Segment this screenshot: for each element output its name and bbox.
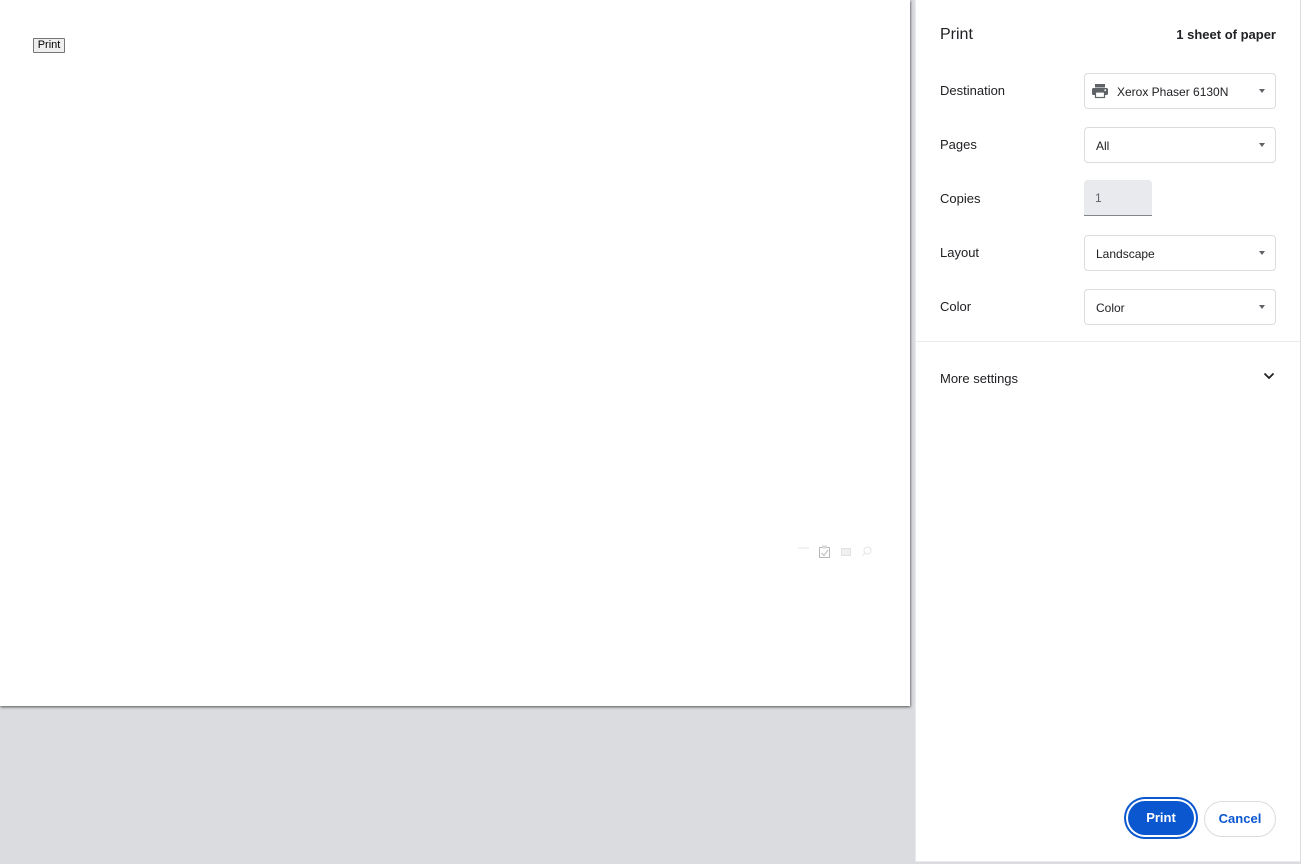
panel-title: Print xyxy=(940,26,973,43)
preview-page: Print xyxy=(0,0,910,706)
faint-line-icon xyxy=(798,547,809,549)
dropdown-arrow-icon xyxy=(1259,89,1265,93)
color-value: Color xyxy=(1096,301,1125,315)
printer-icon xyxy=(1092,84,1108,99)
sheet-count: 1 sheet of paper xyxy=(1176,27,1276,42)
chevron-down-icon xyxy=(1263,372,1275,380)
layout-label: Layout xyxy=(940,245,980,260)
print-preview-area: Print xyxy=(0,0,915,864)
dropdown-arrow-icon xyxy=(1259,143,1265,147)
layout-value: Landscape xyxy=(1096,247,1155,261)
dropdown-arrow-icon xyxy=(1259,305,1265,309)
print-settings-panel: Print 1 sheet of paper Destination Xerox… xyxy=(915,0,1301,862)
destination-select[interactable]: Xerox Phaser 6130N xyxy=(1084,73,1276,109)
section-divider xyxy=(916,341,1301,342)
pages-value: All xyxy=(1096,139,1110,153)
copies-label: Copies xyxy=(940,191,981,206)
destination-value: Xerox Phaser 6130N xyxy=(1117,85,1229,99)
print-button[interactable]: Print xyxy=(1128,801,1194,835)
more-settings-toggle[interactable]: More settings xyxy=(916,360,1301,396)
faint-clipboard-icon xyxy=(819,545,830,558)
faint-page-icon xyxy=(841,548,851,556)
copies-value: 1 xyxy=(1095,191,1102,205)
more-settings-label: More settings xyxy=(940,371,1019,386)
pages-select[interactable]: All xyxy=(1084,127,1276,163)
layout-select[interactable]: Landscape xyxy=(1084,235,1276,271)
page-print-button: Print xyxy=(33,38,65,53)
faint-search-icon xyxy=(862,546,872,556)
dropdown-arrow-icon xyxy=(1259,251,1265,255)
color-select[interactable]: Color xyxy=(1084,289,1276,325)
color-label: Color xyxy=(940,299,972,314)
destination-label: Destination xyxy=(940,83,1006,98)
copies-input[interactable]: 1 xyxy=(1084,180,1152,216)
pages-label: Pages xyxy=(940,137,977,152)
cancel-button[interactable]: Cancel xyxy=(1204,801,1276,837)
